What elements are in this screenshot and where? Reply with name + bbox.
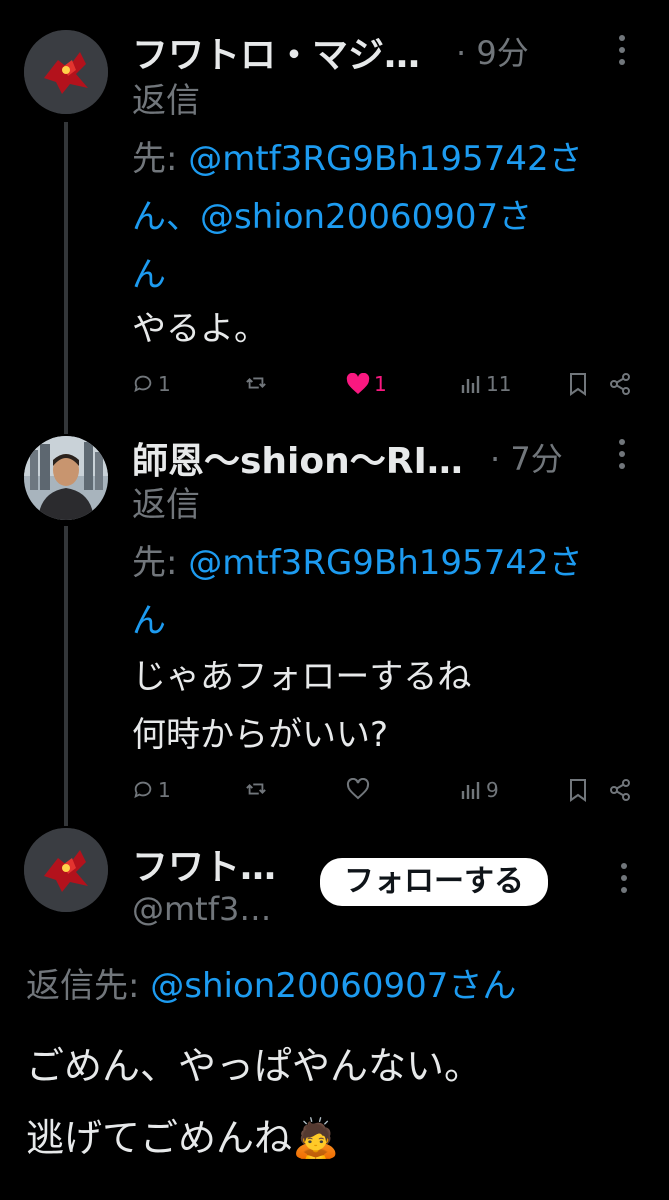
reply-prefix: 返信 <box>132 485 200 525</box>
tweet-time[interactable]: 9分 <box>476 34 528 72</box>
reply-button[interactable]: 1 <box>132 778 171 802</box>
retweet-button[interactable] <box>244 372 268 394</box>
reply-mention[interactable]: @mtf3RG9Bh195742さ <box>188 139 582 179</box>
follow-button[interactable]: フォローする <box>320 858 548 906</box>
avatar[interactable] <box>24 436 108 520</box>
views-button[interactable]: 9 <box>460 778 499 802</box>
reply-icon <box>134 781 152 799</box>
tweet-text: じゃあフォローするね 何時からがいい? <box>132 648 471 764</box>
tweet-meta: · 7分 <box>490 434 563 480</box>
views-button[interactable]: 11 <box>460 372 511 396</box>
tweet-time[interactable]: 7分 <box>510 440 562 478</box>
reply-button[interactable]: 1 <box>132 372 171 396</box>
reply-context: 返信 先: @mtf3RG9Bh195742さ ん <box>132 476 642 650</box>
bookmark-icon <box>570 779 586 802</box>
reply-count: 1 <box>158 372 171 396</box>
meta-separator: · <box>456 34 467 72</box>
reply-prefix: 返信 <box>132 81 200 121</box>
reply-prefix: 返信先: <box>26 966 151 1006</box>
more-options-icon[interactable] <box>614 860 634 903</box>
bookmark-button[interactable] <box>568 778 588 802</box>
reply-mention-end[interactable]: ん <box>132 246 642 304</box>
views-icon <box>461 782 480 799</box>
like-button[interactable]: 1 <box>346 372 387 396</box>
thread-line-1 <box>64 122 68 434</box>
views-count: 9 <box>486 778 499 802</box>
reply-mention[interactable]: @shion20060907さん <box>150 966 516 1006</box>
more-options-icon[interactable] <box>612 436 632 479</box>
bookmark-button[interactable] <box>568 372 588 396</box>
retweet-icon <box>246 783 266 795</box>
share-button[interactable] <box>608 372 632 396</box>
meta-separator: · <box>490 440 501 478</box>
reply-prefix-2: 先: <box>132 139 189 179</box>
like-button[interactable] <box>346 778 370 800</box>
views-icon <box>461 376 480 393</box>
bookmark-icon <box>570 373 586 396</box>
reply-count: 1 <box>158 778 171 802</box>
tweet-text: やるよ。 <box>132 309 268 349</box>
tweet-text-line: 逃げてごめんね <box>26 1116 293 1160</box>
more-options-icon[interactable] <box>612 32 632 75</box>
reply-prefix-2: 先: <box>132 543 189 583</box>
share-icon <box>610 373 630 395</box>
reply-mention[interactable]: @mtf3RG9Bh195742さ <box>188 543 582 583</box>
like-count: 1 <box>374 372 387 396</box>
share-button[interactable] <box>608 778 632 802</box>
reply-mention-end[interactable]: ん <box>132 592 642 650</box>
avatar[interactable] <box>24 30 108 114</box>
author-handle[interactable]: @mtf3… <box>132 890 271 928</box>
heart-icon <box>346 778 370 800</box>
tweet-text: ごめん、やっぱやんない。 逃げてごめんね🙇 <box>26 1030 482 1174</box>
author-name[interactable]: フワトロ・マジ… <box>132 26 420 78</box>
retweet-button[interactable] <box>244 778 268 800</box>
avatar[interactable] <box>24 828 108 912</box>
share-icon <box>610 779 630 801</box>
tweet-text-line: じゃあフォローするね <box>132 657 472 697</box>
heart-filled-icon <box>346 373 370 394</box>
reply-context: 返信 先: @mtf3RG9Bh195742さ ん、@shion20060907… <box>132 72 642 304</box>
reply-icon <box>134 375 152 393</box>
views-count: 11 <box>486 372 512 396</box>
tweet-text-line: 何時からがいい? <box>132 715 389 755</box>
reply-mention-2[interactable]: ん、@shion20060907さ <box>132 188 642 246</box>
reply-context: 返信先: @shion20060907さん <box>26 958 516 1007</box>
author-name[interactable]: フワト… <box>132 838 276 890</box>
thread-line-2 <box>64 526 68 826</box>
tweet-meta: · 9分 <box>456 28 529 74</box>
bowing-emoji: 🙇 <box>292 1116 340 1160</box>
tweet-text-line: ごめん、やっぱやんない。 <box>26 1044 483 1088</box>
retweet-icon <box>246 377 266 389</box>
